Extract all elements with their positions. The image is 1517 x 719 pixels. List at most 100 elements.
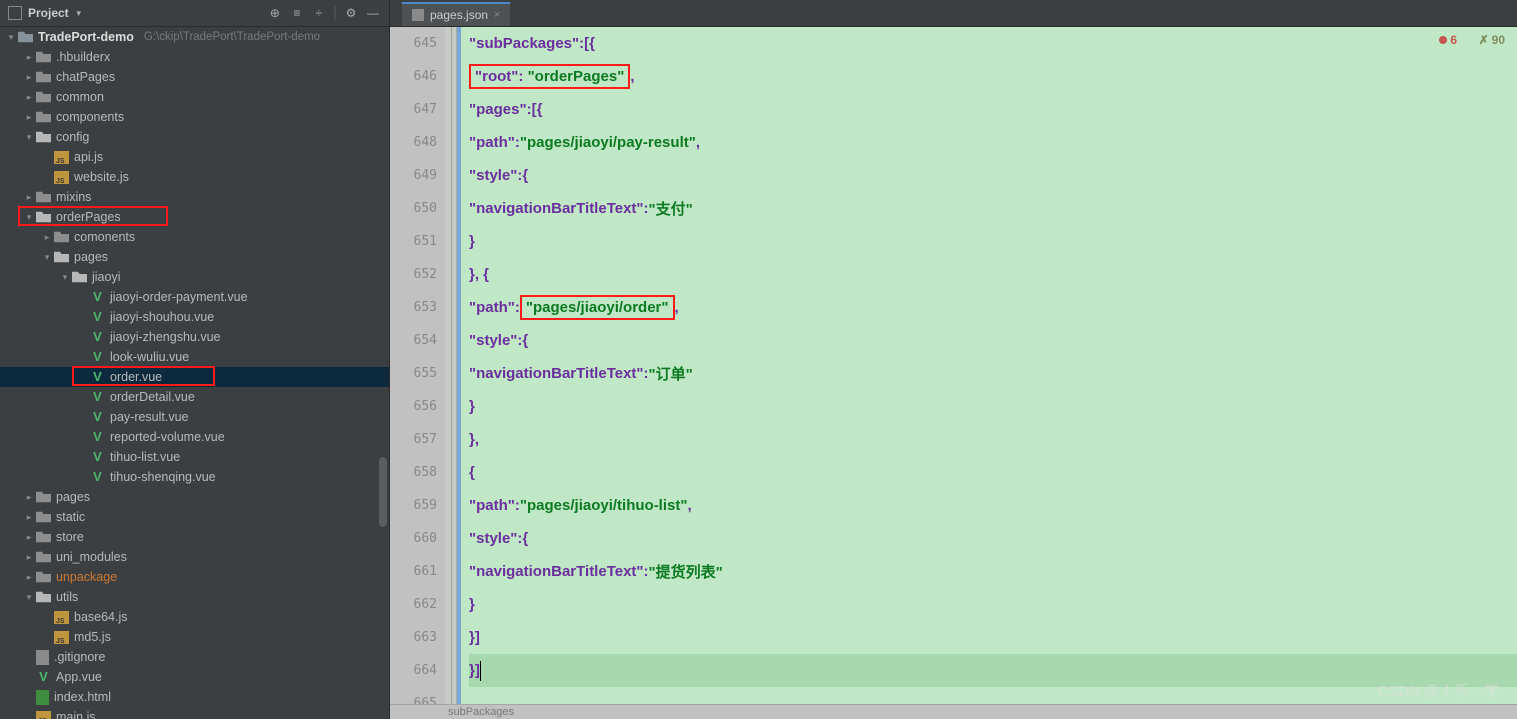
tree-item[interactable]: Vorder.vue [0,367,389,387]
fold-marker[interactable] [445,588,456,621]
code-line[interactable]: }, { [469,258,1517,291]
code-line[interactable]: { [469,456,1517,489]
code-line[interactable]: } [469,588,1517,621]
tree-item[interactable]: VorderDetail.vue [0,387,389,407]
code-line[interactable]: }, [469,423,1517,456]
chevron-down-icon[interactable] [40,247,54,267]
chevron-right-icon[interactable] [22,87,36,107]
code-line[interactable]: "style": { [469,522,1517,555]
close-icon[interactable]: × [494,9,500,21]
code-line[interactable]: "path": "pages/jiaoyi/tihuo-list", [469,489,1517,522]
tree-item[interactable]: base64.js [0,607,389,627]
fold-marker[interactable] [445,555,456,588]
tree-item[interactable]: pages [0,247,389,267]
fold-marker[interactable] [445,456,456,489]
tree-item[interactable]: static [0,507,389,527]
chevron-down-icon[interactable] [22,127,36,147]
tree-item[interactable]: Vjiaoyi-order-payment.vue [0,287,389,307]
fold-marker[interactable] [445,192,456,225]
tree-item[interactable]: unpackage [0,567,389,587]
chevron-right-icon[interactable] [22,487,36,507]
tree-item[interactable]: comonents [0,227,389,247]
expand-icon[interactable]: ≡ [289,5,305,21]
code-line[interactable]: "subPackages": [{ [469,27,1517,60]
code-line-current[interactable]: }] [469,654,1517,687]
tree-item[interactable]: Vlook-wuliu.vue [0,347,389,367]
tree-item[interactable]: VApp.vue [0,667,389,687]
fold-marker[interactable] [445,93,456,126]
project-tree[interactable]: TradePort-demo G:\ckip\TradePort\TradePo… [0,27,389,719]
tree-item[interactable]: Vjiaoyi-shouhou.vue [0,307,389,327]
fold-marker[interactable] [445,225,456,258]
code-line[interactable]: "navigationBarTitleText": "支付" [469,192,1517,225]
fold-marker[interactable] [445,159,456,192]
tree-item[interactable]: components [0,107,389,127]
tree-item[interactable]: main.js [0,707,389,719]
tree-item[interactable]: .hbuilderx [0,47,389,67]
tree-item[interactable]: jiaoyi [0,267,389,287]
tree-item[interactable]: md5.js [0,627,389,647]
chevron-right-icon[interactable] [40,227,54,247]
chevron-right-icon[interactable] [22,527,36,547]
chevron-right-icon[interactable] [22,47,36,67]
tree-item[interactable]: utils [0,587,389,607]
tree-item[interactable]: Vtihuo-shenqing.vue [0,467,389,487]
tree-item[interactable]: pages [0,487,389,507]
chevron-right-icon[interactable] [22,67,36,87]
chevron-right-icon[interactable] [22,567,36,587]
code-line[interactable]: "navigationBarTitleText": "订单" [469,357,1517,390]
fold-marker[interactable] [445,489,456,522]
code-line[interactable]: }] [469,621,1517,654]
fold-marker[interactable] [445,357,456,390]
error-badge[interactable]: 6 [1439,33,1457,47]
gear-icon[interactable]: ⚙ [343,5,359,21]
code-line[interactable]: "path": "pages/jiaoyi/order", [469,291,1517,324]
chevron-right-icon[interactable] [22,187,36,207]
fold-marker[interactable] [445,126,456,159]
tree-item[interactable]: uni_modules [0,547,389,567]
tree-item[interactable]: Vtihuo-list.vue [0,447,389,467]
fold-marker[interactable] [445,654,456,687]
code-line[interactable]: "navigationBarTitleText": "提货列表" [469,555,1517,588]
chevron-right-icon[interactable] [22,107,36,127]
fold-marker[interactable] [445,27,456,60]
collapse-icon[interactable]: ÷ [311,5,327,21]
chevron-right-icon[interactable] [22,507,36,527]
tree-item[interactable]: Vreported-volume.vue [0,427,389,447]
code-area[interactable]: 6456466476486496506516526536546556566576… [390,27,1517,704]
tree-item[interactable]: Vpay-result.vue [0,407,389,427]
chevron-right-icon[interactable] [22,547,36,567]
fold-marker[interactable] [445,324,456,357]
warn-badge[interactable]: ✗90 [1479,33,1505,47]
code-line[interactable] [469,687,1517,704]
code-line[interactable]: "style": { [469,324,1517,357]
fold-marker[interactable] [445,291,456,324]
tree-item[interactable]: index.html [0,687,389,707]
code-line[interactable]: } [469,225,1517,258]
scrollbar[interactable] [377,27,389,719]
chevron-down-icon[interactable] [22,587,36,607]
tree-item[interactable]: orderPages [0,207,389,227]
code-line[interactable]: "style": { [469,159,1517,192]
chevron-down-icon[interactable] [22,207,36,227]
code-line[interactable]: } [469,390,1517,423]
project-root-row[interactable]: TradePort-demo G:\ckip\TradePort\TradePo… [0,27,389,47]
tree-item[interactable]: api.js [0,147,389,167]
code-line[interactable]: "root": "orderPages", [469,60,1517,93]
chevron-down-icon[interactable]: ▼ [75,9,83,18]
fold-marker[interactable] [445,621,456,654]
tab-pages-json[interactable]: pages.json × [402,2,510,26]
target-icon[interactable]: ⊕ [267,5,283,21]
code-content[interactable]: "subPackages": [{ "root": "orderPages", … [461,27,1517,704]
tree-item[interactable]: config [0,127,389,147]
fold-marker[interactable] [445,687,456,704]
fold-marker[interactable] [445,390,456,423]
tree-item[interactable]: chatPages [0,67,389,87]
fold-marker[interactable] [445,522,456,555]
chevron-down-icon[interactable] [4,27,18,47]
fold-gutter[interactable] [445,27,457,704]
tree-item[interactable]: website.js [0,167,389,187]
code-line[interactable]: "pages": [{ [469,93,1517,126]
tree-item[interactable]: Vjiaoyi-zhengshu.vue [0,327,389,347]
fold-marker[interactable] [445,423,456,456]
